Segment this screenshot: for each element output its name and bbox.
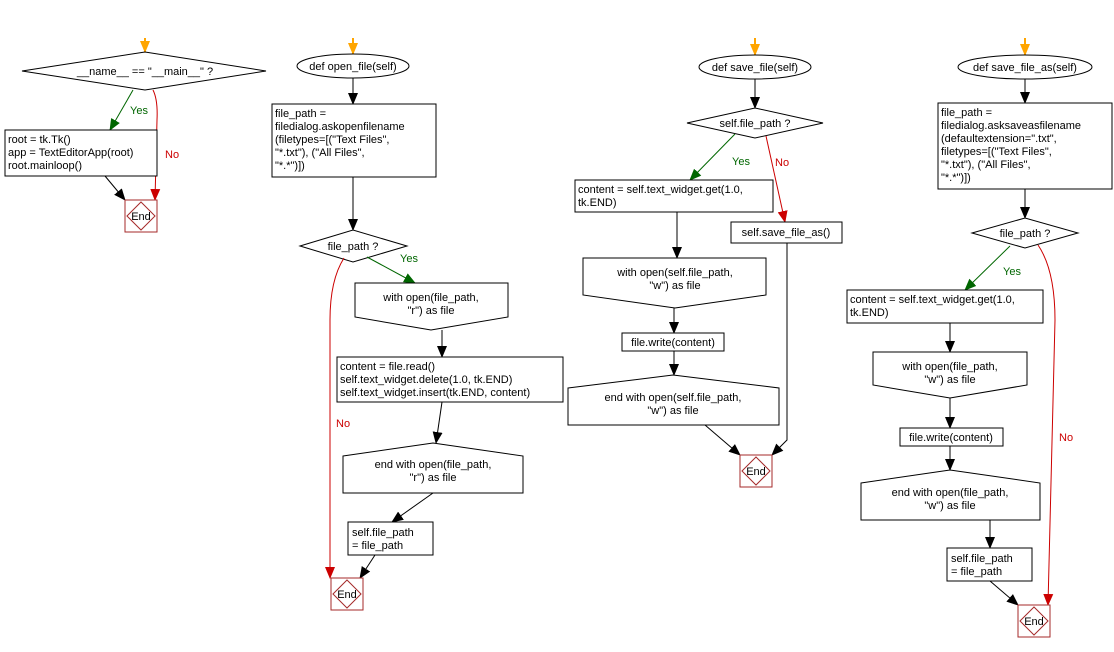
box-line: self.text_widget.delete(1.0, tk.END) [340,374,512,386]
decision-text: file_path ? [328,241,379,253]
box-line: root.mainloop() [8,160,82,172]
box-line: "r") as file [408,305,455,317]
yes-label: Yes [732,156,750,168]
box-line: app = TextEditorApp(root) [8,147,133,159]
open-file-flow: def open_file(self) file_path = filedial… [271,38,564,611]
svg-text:End: End [1024,616,1044,628]
box-line: filedialog.askopenfilename [275,121,405,133]
box-line: "w") as file [924,374,975,386]
box-line: tk.END) [850,307,889,319]
main-decision-text: __name__ == "__main__" ? [76,66,213,78]
yes-label: Yes [130,105,148,117]
box-line: end with open(file_path, [892,487,1009,499]
flow-arrow [989,580,1019,606]
flow-arrow [104,175,126,201]
end-node: End [739,454,773,488]
box-line: root = tk.Tk() [8,134,71,146]
box-line: content = file.read() [340,361,435,373]
box-line: content = self.text_widget.get(1.0, [850,294,1015,306]
end-node: End [124,199,158,233]
flowchart: __name__ == "__main__" ? Yes No root = t… [4,38,1113,638]
no-label: No [775,157,789,169]
svg-text:End: End [746,466,766,478]
function-title: def save_file(self) [712,62,798,74]
box-line: (filetypes=[("Text Files", [275,134,389,146]
box-line: "*.*")]) [941,172,971,184]
box-line: "w") as file [924,500,975,512]
box-line: "r") as file [410,472,457,484]
box-line: "w") as file [647,405,698,417]
box-line: "*.txt"), ("All Files", [941,159,1031,171]
svg-text:End: End [337,589,357,601]
box-line: self.save_file_as() [742,227,831,239]
decision-text: self.file_path ? [720,118,791,130]
function-title: def open_file(self) [309,61,396,73]
flow-arrow [704,424,741,456]
box-line: (defaultextension=".txt", [941,133,1057,145]
box-line: filedialog.asksaveasfilename [941,120,1081,132]
box-line: "*.*")]) [275,160,305,172]
box-line: file.write(content) [631,337,715,349]
box-line: file_path = [941,107,992,119]
box-line: = file_path [352,540,403,552]
box-line: filetypes=[("Text Files", [941,146,1052,158]
box-line: with open(file_path, [901,361,997,373]
flow-arrow [359,554,376,579]
box-line: self.file_path [951,553,1013,565]
box-line: file.write(content) [909,432,993,444]
box-line: end with open(file_path, [375,459,492,471]
no-label: No [1059,432,1073,444]
box-line: content = self.text_widget.get(1.0, [578,184,743,196]
no-label: No [165,149,179,161]
box-line: self.file_path [352,527,414,539]
yes-label: Yes [1003,266,1021,278]
box-line: with open(file_path, [382,292,478,304]
yes-arrow [689,133,736,181]
function-title: def save_file_as(self) [973,62,1077,74]
box-line: end with open(self.file_path, [605,392,742,404]
no-label: No [336,418,350,430]
end-node: End [1017,604,1051,638]
box-line: file_path = [275,108,326,120]
flow-arrow [432,401,443,444]
box-line: self.text_widget.insert(tk.END, content) [340,387,530,399]
box-line: with open(self.file_path, [616,267,733,279]
svg-text:End: End [131,211,151,223]
decision-text: file_path ? [1000,228,1051,240]
box-line: = file_path [951,566,1002,578]
box-line: "*.txt"), ("All Files", [275,147,365,159]
box-line: tk.END) [578,197,617,209]
box-line: "w") as file [649,280,700,292]
flow-arrow [391,492,434,523]
save-file-as-flow: def save_file_as(self) file_path = filed… [846,38,1113,638]
save-file-flow: def save_file(self) self.file_path ? Yes… [567,38,843,488]
end-node: End [330,577,364,611]
main-flow: __name__ == "__main__" ? Yes No root = t… [4,38,267,233]
yes-label: Yes [400,253,418,265]
